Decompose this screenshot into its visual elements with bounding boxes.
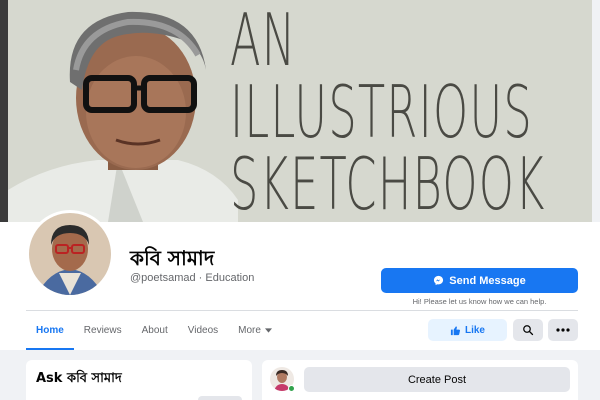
tab-home[interactable]: Home	[26, 312, 74, 350]
avatar-portrait	[29, 213, 111, 295]
search-icon	[523, 325, 534, 336]
header-divider	[26, 310, 578, 311]
page-handle[interactable]: @poetsamad	[130, 272, 196, 284]
tab-more-label: More	[238, 324, 261, 336]
cover-photo[interactable]: AN ILLUSTRIOUS SKETCHBOOK	[8, 0, 592, 222]
page-meta: @poetsamad · Education	[130, 272, 254, 284]
page-tabs: Home Reviews About Videos More	[26, 312, 282, 350]
tab-reviews-label: Reviews	[83, 324, 122, 336]
tab-home-label: Home	[36, 324, 64, 336]
more-options-button[interactable]	[548, 319, 578, 341]
tab-videos[interactable]: Videos	[178, 312, 228, 348]
cover-line-1: AN	[230, 0, 297, 82]
profile-avatar[interactable]	[26, 210, 114, 298]
tab-reviews[interactable]: Reviews	[74, 312, 132, 348]
tab-videos-label: Videos	[187, 324, 219, 336]
tab-about-label: About	[141, 324, 168, 336]
ask-button-stub[interactable]	[198, 396, 242, 400]
caret-down-icon	[264, 327, 272, 333]
ellipsis-icon	[556, 328, 570, 332]
send-message-button[interactable]: Send Message	[381, 268, 578, 293]
cover-portrait	[8, 11, 238, 222]
thumbs-up-icon	[450, 325, 461, 335]
cover-line-2: ILLUSTRIOUS	[230, 70, 533, 154]
create-post-button[interactable]: Create Post	[304, 367, 570, 392]
search-button[interactable]	[513, 319, 543, 341]
ask-card: Ask কবি সামাদ	[26, 360, 252, 400]
tab-more[interactable]: More	[228, 312, 282, 348]
tab-about[interactable]: About	[132, 312, 178, 348]
send-message-label: Send Message	[449, 274, 526, 287]
composer-card: Create Post	[262, 360, 578, 400]
cover-edge	[0, 0, 8, 222]
help-text: Hi! Please let us know how we can help.	[412, 297, 547, 306]
like-label: Like	[464, 324, 485, 336]
create-post-label: Create Post	[407, 373, 467, 386]
messenger-icon	[434, 275, 444, 286]
meta-separator: ·	[198, 272, 203, 284]
ask-title: Ask কবি সামাদ	[36, 371, 122, 386]
online-status-indicator	[288, 385, 295, 392]
cover-line-3: SKETCHBOOK	[230, 142, 546, 222]
cover-title: AN ILLUSTRIOUS SKETCHBOOK	[230, 4, 546, 220]
page-category[interactable]: Education	[205, 272, 254, 284]
like-button[interactable]: Like	[428, 319, 507, 341]
